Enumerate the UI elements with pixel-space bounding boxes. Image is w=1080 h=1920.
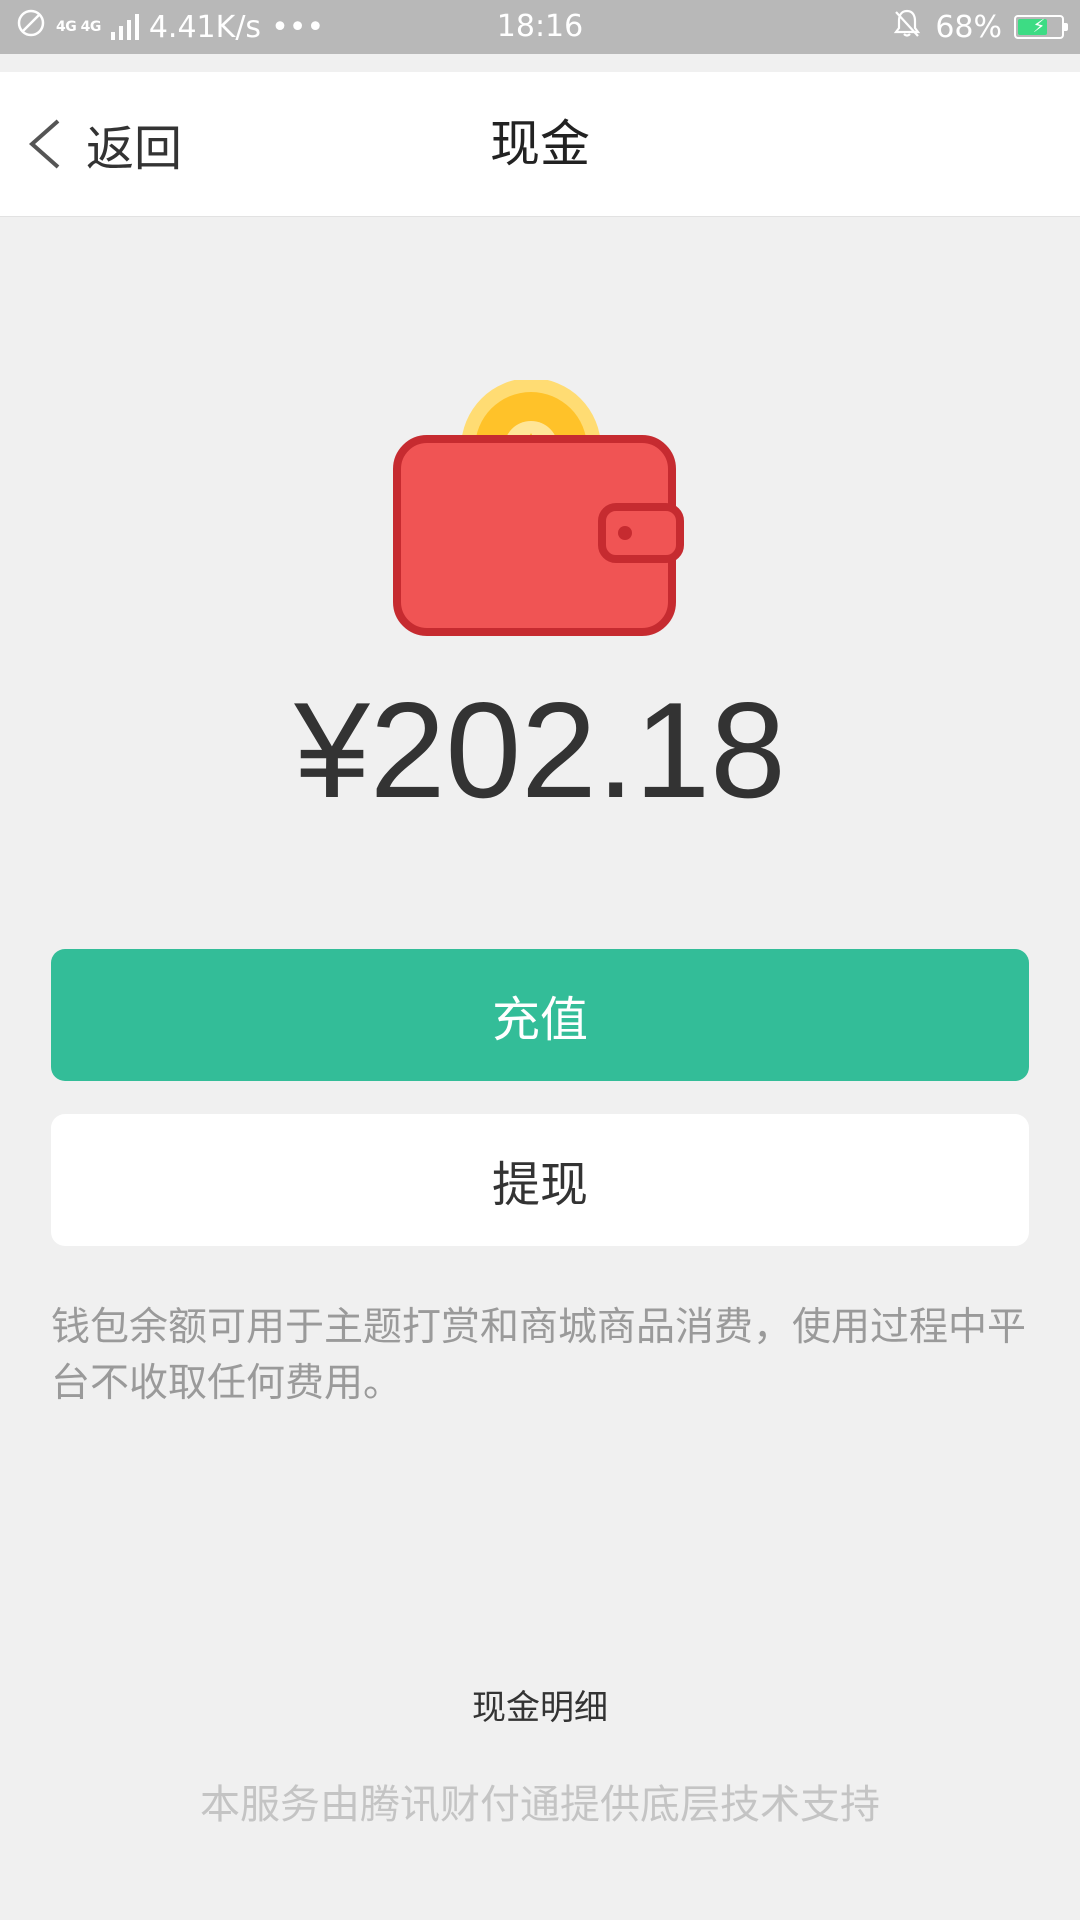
more-icon: •••	[271, 9, 325, 45]
nav-bar: 现金 返回	[0, 72, 1080, 217]
signal-icon	[110, 14, 139, 40]
recharge-button[interactable]: 充值	[51, 949, 1029, 1081]
balance-amount: ¥202.18	[294, 674, 786, 826]
wallet-usage-note: 钱包余额可用于主题打赏和商城商品消费，使用过程中平台不收取任何费用。	[51, 1305, 1027, 1406]
powered-by-text: 本服务由腾讯财付通提供底层技术支持	[200, 1782, 880, 1828]
status-right: 68% ⚡	[891, 0, 1068, 54]
cash-details-link[interactable]: 现金明细	[0, 1680, 1080, 1729]
withdraw-button[interactable]: 提现	[51, 1114, 1029, 1246]
network-type-label: 4G 4G	[56, 19, 101, 35]
back-label: 返回	[86, 121, 183, 177]
status-bar: 4G 4G 4.41K/s ••• 18:16 68% ⚡	[0, 0, 1080, 54]
bell-muted-icon	[891, 7, 923, 47]
recharge-label: 充值	[491, 992, 588, 1048]
battery-icon: ⚡	[1014, 15, 1068, 39]
network-speed: 4.41K/s	[148, 9, 262, 45]
battery-percentage: 68%	[935, 9, 1002, 45]
status-left: 4G 4G 4.41K/s •••	[16, 0, 324, 54]
charging-bolt-icon: ⚡	[1032, 16, 1046, 37]
chevron-left-icon	[22, 115, 80, 173]
back-button[interactable]: 返回	[22, 72, 182, 216]
withdraw-label: 提现	[491, 1157, 588, 1213]
no-disturb-icon	[16, 8, 46, 46]
wallet-with-coin-icon	[390, 378, 690, 640]
